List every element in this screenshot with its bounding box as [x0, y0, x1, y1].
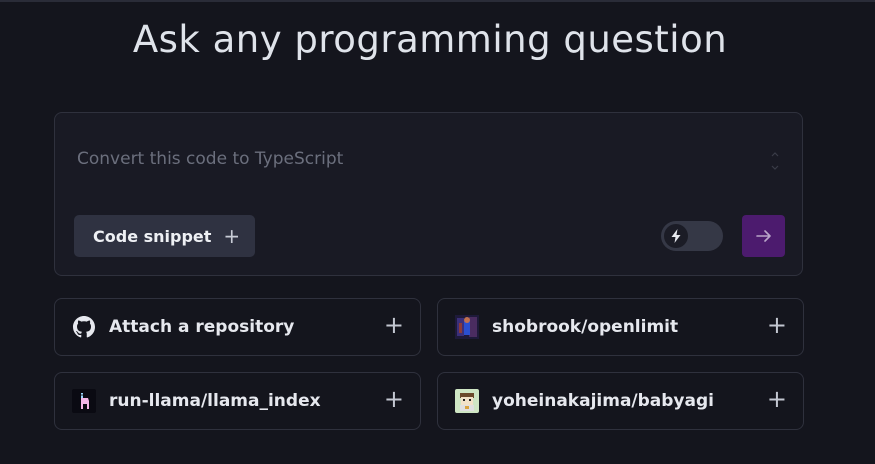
lightning-icon — [671, 229, 681, 243]
repo-card-babyagi[interactable]: yoheinakajima/babyagi + — [437, 372, 804, 430]
send-button[interactable] — [742, 215, 785, 257]
repo-label: Attach a repository — [109, 317, 295, 337]
question-input[interactable] — [77, 147, 737, 171]
plus-icon: + — [223, 224, 241, 248]
page: Ask any programming question Code snippe… — [0, 0, 875, 464]
plus-icon: + — [383, 385, 404, 413]
fast-mode-toggle[interactable] — [661, 221, 723, 251]
repo-label: run-llama/llama_index — [109, 391, 321, 411]
arrow-right-icon — [755, 230, 771, 242]
repo-label: yoheinakajima/babyagi — [492, 391, 714, 411]
avatar-image — [455, 315, 479, 339]
resize-arrows-icon — [771, 152, 779, 170]
plus-icon: + — [766, 311, 787, 339]
code-snippet-button[interactable]: Code snippet + — [74, 215, 255, 257]
page-title: Ask any programming question — [132, 18, 728, 61]
top-divider — [0, 0, 875, 2]
toggle-knob — [664, 224, 688, 248]
repo-card-llama-index[interactable]: run-llama/llama_index + — [54, 372, 421, 430]
babyagi-avatar — [455, 389, 479, 413]
github-icon — [72, 315, 96, 339]
repo-card-openlimit[interactable]: shobrook/openlimit + — [437, 298, 804, 356]
question-composer: Code snippet + — [54, 112, 803, 276]
plus-icon: + — [383, 311, 404, 339]
plus-icon: + — [766, 385, 787, 413]
repo-label: shobrook/openlimit — [492, 317, 679, 337]
code-snippet-label: Code snippet — [93, 226, 212, 246]
llama-avatar — [72, 389, 96, 413]
attach-repository-card[interactable]: Attach a repository + — [54, 298, 421, 356]
